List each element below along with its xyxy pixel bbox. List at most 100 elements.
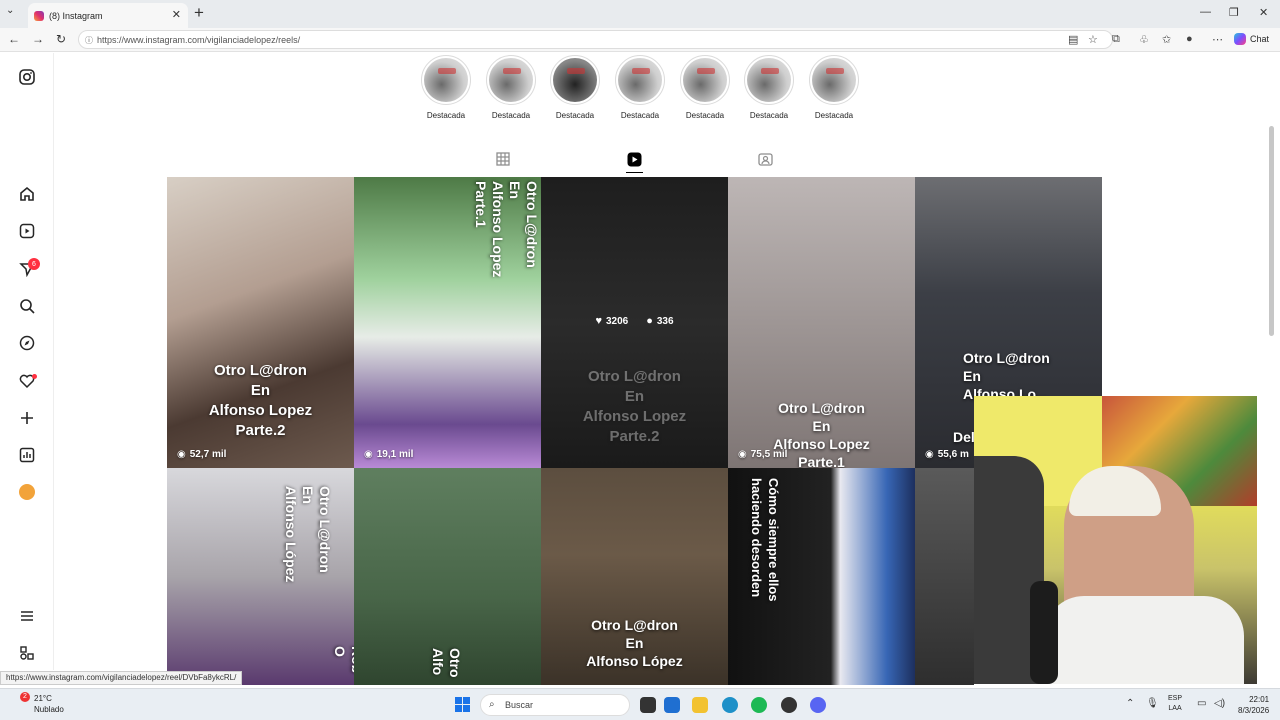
reader-icon[interactable]: ▤: [1068, 33, 1078, 46]
weather-badge: 2: [20, 692, 30, 702]
highlight-label: Destacada: [685, 111, 725, 120]
reel-views: ◉ 52,7 mil: [177, 449, 227, 460]
more-icon[interactable]: ⋯: [1212, 33, 1223, 46]
tab-tagged-icon[interactable]: [758, 152, 773, 170]
reel-tile[interactable]: Otro Alfo: [354, 468, 541, 685]
microphone-icon[interactable]: 🎙: [1146, 698, 1159, 709]
reel-tile[interactable]: Otro L@dron En Alfonso Lopez Parte.1 ◉ 19,1 …: [354, 177, 541, 468]
search-placeholder: Buscar: [505, 700, 534, 710]
volume-icon[interactable]: ◁): [1214, 698, 1225, 709]
reels-icon[interactable]: [18, 222, 36, 240]
eye-icon: ◉: [738, 449, 747, 460]
comments-count: 336: [656, 316, 674, 327]
reel-tile[interactable]: Cómo siempre ellos haciendo desorden: [728, 468, 915, 685]
highlight-item[interactable]: Destacada: [742, 55, 796, 120]
home-icon[interactable]: [18, 185, 36, 203]
tab-posts-grid-icon[interactable]: [496, 152, 510, 169]
scrollbar-thumb[interactable]: [1269, 126, 1274, 336]
browser-essentials-icon[interactable]: ♧: [1139, 33, 1149, 46]
highlight-label: Destacada: [491, 111, 531, 120]
minimize-icon[interactable]: —: [1200, 6, 1211, 18]
also-from-meta-icon[interactable]: [18, 644, 36, 662]
highlight-item[interactable]: Destacada: [678, 55, 732, 120]
site-info-icon[interactable]: ⓘ: [85, 35, 93, 46]
profile-icon[interactable]: ●: [1186, 33, 1193, 45]
reel-caption: Otro L@dron En Alfonso Lopez Parte.1: [473, 181, 540, 278]
notification-dot: [32, 374, 37, 379]
reel-tile[interactable]: Otro L@dronEnAlfonso López CONRobO: [167, 468, 354, 685]
eye-icon: ◉: [364, 449, 373, 460]
forward-icon[interactable]: →: [32, 32, 44, 46]
task-view-icon[interactable]: [640, 697, 656, 713]
url-input[interactable]: ⓘ https://www.instagram.com/vigilanciade…: [78, 30, 1113, 49]
highlight-item[interactable]: Destacada: [613, 55, 667, 120]
copilot-chat-button[interactable]: Chat: [1234, 33, 1269, 45]
store-icon[interactable]: [664, 697, 680, 713]
instagram-sidebar: 6: [0, 53, 54, 670]
webcam-overlay: [974, 396, 1257, 684]
obs-icon[interactable]: [781, 697, 797, 713]
address-bar-row: ← → ↻ ⓘ https://www.instagram.com/vigila…: [0, 28, 1280, 52]
clock-date: 8/3/2026: [1238, 706, 1270, 715]
reel-tile-hovered[interactable]: ♥ 3206 ● 336 Otro L@dron En Alfonso Lopez Par…: [541, 177, 728, 468]
close-window-icon[interactable]: ✕: [1259, 6, 1268, 19]
discord-icon[interactable]: [810, 697, 826, 713]
reel-tile[interactable]: Otro L@dron En Alfonso López: [541, 468, 728, 685]
tab-title: (8) Instagram: [49, 10, 103, 21]
tab-reels-icon[interactable]: [627, 152, 642, 170]
close-tab-icon[interactable]: ✕: [172, 8, 181, 21]
chat-label: Chat: [1250, 34, 1270, 44]
highlight-label: Destacada: [555, 111, 595, 120]
highlight-item[interactable]: Destacada: [484, 55, 538, 120]
browser-tab-bar: ⌄ (8) Instagram ✕ + — ❐ ✕: [0, 0, 1280, 28]
network-icon[interactable]: ▭: [1197, 698, 1206, 709]
reel-tile[interactable]: Otro L@dron En Alfonso Lopez Parte.1 ◉ 75,5 …: [728, 177, 915, 468]
browser-tab-instagram[interactable]: (8) Instagram ✕: [28, 3, 188, 28]
reel-caption: Otro L@dron En Alfonso López: [586, 617, 683, 669]
reel-tile[interactable]: Otro L@dron En Alfonso Lopez Parte.2 ◉ 52,7 …: [167, 177, 354, 468]
highlight-item[interactable]: Destacada: [419, 55, 473, 120]
search-icon[interactable]: [18, 297, 36, 315]
eye-icon: ◉: [925, 449, 934, 460]
profile-avatar[interactable]: [19, 484, 35, 500]
system-clock[interactable]: 22:01 8/3/2026: [1238, 694, 1269, 716]
reel-caption: Otro L@dron En Alfonso López: [283, 486, 333, 583]
windows-start-icon[interactable]: [455, 697, 470, 712]
reel-caption: Cómo siempre ellos haciendo desorden: [749, 478, 781, 602]
explore-icon[interactable]: [18, 334, 36, 352]
extensions-icon[interactable]: ⧉: [1112, 33, 1120, 46]
highlight-label: Destacada: [814, 111, 854, 120]
highlight-item[interactable]: Destacada: [807, 55, 861, 120]
heart-icon: ♥: [595, 315, 602, 327]
instagram-favicon-icon: [34, 10, 44, 21]
back-icon[interactable]: ←: [8, 32, 20, 46]
edge-browser-icon[interactable]: [722, 697, 738, 713]
menu-hamburger-icon[interactable]: [18, 607, 36, 625]
highlight-item[interactable]: Destacada: [548, 55, 602, 120]
weather-widget[interactable]: 2 21°C Nublado: [20, 692, 64, 715]
reel-views: ◉ 19,1 mil: [364, 449, 414, 460]
url-text: https://www.instagram.com/vigilanciadelo…: [97, 34, 301, 45]
input-language[interactable]: ESP LAA: [1168, 694, 1182, 714]
favorite-star-icon[interactable]: ☆: [1088, 33, 1098, 46]
new-tab-icon[interactable]: +: [194, 3, 204, 23]
tab-actions-icon[interactable]: ⌄: [6, 5, 14, 16]
tray-overflow-icon[interactable]: ⌃: [1126, 698, 1134, 709]
copilot-icon: [1234, 33, 1246, 45]
dashboard-icon[interactable]: [18, 446, 36, 464]
reel-caption: Otro L@dron En Alfonso Lopez Parte.2: [582, 368, 687, 445]
refresh-icon[interactable]: ↻: [56, 32, 66, 46]
active-tab-indicator: [626, 172, 643, 173]
spotify-icon[interactable]: [751, 697, 767, 713]
instagram-logo-icon[interactable]: [18, 68, 36, 86]
file-explorer-icon[interactable]: [692, 697, 708, 713]
reel-caption: Otro L@dron En Alfonso Lopez Parte.2: [208, 362, 313, 439]
reel-tile[interactable]: [915, 468, 974, 685]
page-scrollbar[interactable]: [1268, 56, 1276, 668]
restore-icon[interactable]: ❐: [1229, 6, 1239, 19]
reel-caption: Otro L@dron En Alfonso Lo...: [963, 350, 1050, 402]
taskbar-search[interactable]: ⌕ Buscar: [480, 694, 630, 716]
favorites-icon[interactable]: ✩: [1162, 33, 1171, 46]
create-plus-icon[interactable]: [18, 409, 36, 427]
search-icon: ⌕: [489, 699, 495, 710]
